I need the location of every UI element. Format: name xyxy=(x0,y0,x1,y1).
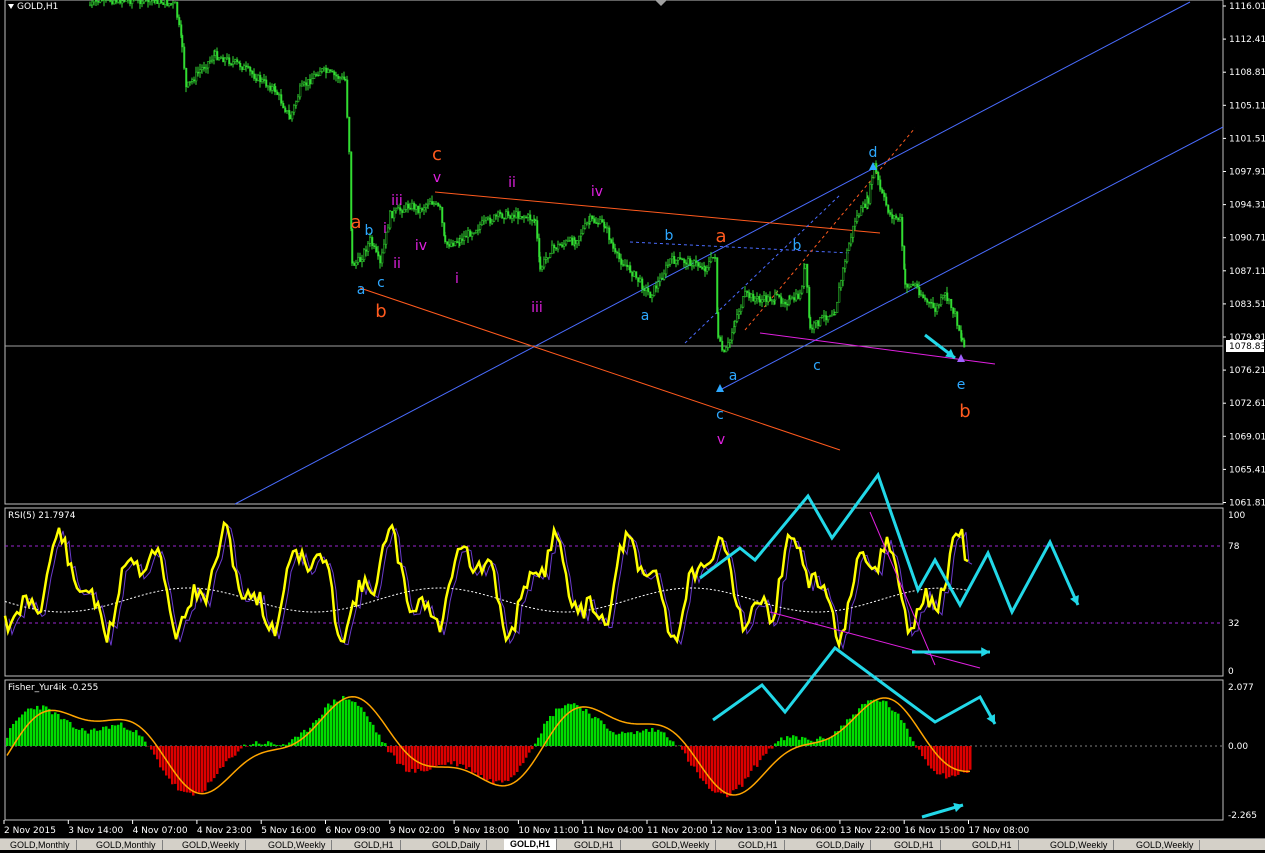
time-tick: 5 Nov 16:00 xyxy=(261,826,316,836)
chart-tab[interactable]: GOLD,H1 xyxy=(504,839,557,850)
price-tick: 1101.51 xyxy=(1229,134,1265,144)
price-tick: 1097.91 xyxy=(1229,168,1265,178)
fisher-levels: 2.077 0.00 -2.265 xyxy=(1228,683,1257,821)
time-axis: 2 Nov 2015 3 Nov 14:00 4 Nov 07:00 4 Nov 23… xyxy=(4,820,1029,836)
price-tick: 1094.31 xyxy=(1229,201,1265,211)
chart-title: GOLD,H1 xyxy=(8,2,58,12)
wave-label: b xyxy=(365,223,374,239)
wave-label: a xyxy=(350,212,361,233)
price-tick: 1116.01 xyxy=(1229,2,1265,12)
wave-label: a xyxy=(729,368,738,384)
wave-label: i xyxy=(455,271,459,287)
wave-label: c xyxy=(813,358,821,374)
rsi-level-0: 0 xyxy=(1228,667,1234,677)
time-tick: 10 Nov 11:00 xyxy=(518,826,579,836)
wave-label: d xyxy=(869,145,878,161)
symbol-label: GOLD,H1 xyxy=(17,2,58,12)
trend-line-orange-top xyxy=(435,192,880,233)
wave-label: iv xyxy=(591,184,603,200)
panel-frames xyxy=(5,0,1223,820)
wave-label: b xyxy=(665,228,674,244)
wave-label: a xyxy=(357,282,366,298)
rsi-level-78: 78 xyxy=(1228,542,1240,552)
wave-label: b xyxy=(793,238,802,254)
time-tick: 9 Nov 02:00 xyxy=(390,826,445,836)
wave-label: b xyxy=(375,301,386,322)
price-tick: 1087.11 xyxy=(1229,267,1265,277)
wave-labels: abiiiiiiivcabcviiiiiiivbaaacvbcdeb xyxy=(350,144,970,448)
wave-label: b xyxy=(959,401,970,422)
wave-label: c xyxy=(377,275,385,291)
price-tick: 1069.01 xyxy=(1229,432,1265,442)
time-tick: 12 Nov 13:00 xyxy=(711,826,772,836)
wave-label: v xyxy=(717,432,725,448)
price-tick: 1108.81 xyxy=(1229,68,1265,78)
time-tick: 11 Nov 04:00 xyxy=(583,826,644,836)
fisher-label: Fisher_Yur4ik -0.255 xyxy=(8,683,98,693)
time-tick: 3 Nov 14:00 xyxy=(68,826,123,836)
wave-label: c xyxy=(716,407,724,423)
wave-label: iv xyxy=(415,238,427,254)
wave-label: iii xyxy=(391,193,403,209)
time-tick: 13 Nov 06:00 xyxy=(776,826,837,836)
chart-shift-icon[interactable] xyxy=(655,0,667,6)
price-tick: 1072.61 xyxy=(1229,399,1265,409)
price-axis: 1116.01 1112.41 1108.81 1105.11 1101.51 1097.… xyxy=(1223,2,1265,509)
time-tick: 17 Nov 08:00 xyxy=(969,826,1030,836)
projection-arrow xyxy=(713,648,995,724)
time-tick: 13 Nov 22:00 xyxy=(840,826,901,836)
wave-label: v xyxy=(433,170,441,186)
fisher-level-bottom: -2.265 xyxy=(1228,811,1257,821)
rsi-label: RSI(5) 21.7974 xyxy=(8,511,75,521)
wave-label: iii xyxy=(531,300,543,316)
wave-label: ii xyxy=(393,256,401,272)
rsi-level-32: 32 xyxy=(1228,619,1239,629)
time-tick: 16 Nov 15:00 xyxy=(904,826,965,836)
price-candles xyxy=(90,0,966,353)
price-tick: 1105.11 xyxy=(1229,101,1265,111)
fisher-level-top: 2.077 xyxy=(1228,683,1254,693)
current-price-badge: 1078.83 xyxy=(1226,340,1265,352)
chart-window[interactable]: abiiiiiiivcabcviiiiiiivbaaacvbcdeb 1116.… xyxy=(0,0,1265,849)
price-tick: 1112.41 xyxy=(1229,35,1265,45)
price-tick: 1090.71 xyxy=(1229,234,1265,244)
wave-label: i xyxy=(383,221,387,237)
fisher-indicator xyxy=(6,696,972,797)
price-tick: 1061.81 xyxy=(1229,499,1265,509)
current-price-text: 1078.83 xyxy=(1229,342,1265,352)
wave-label: ii xyxy=(508,175,516,191)
time-tick: 4 Nov 23:00 xyxy=(197,826,252,836)
time-tick: 4 Nov 07:00 xyxy=(133,826,188,836)
wave-label: a xyxy=(641,308,650,324)
chart-tab-bar: GOLD,MonthlyGOLD,MonthlyGOLD,WeeklyGOLD,… xyxy=(0,838,1265,850)
rsi-level-100: 100 xyxy=(1228,511,1245,521)
fisher-level-zero: 0.00 xyxy=(1228,742,1248,752)
time-tick: 9 Nov 18:00 xyxy=(454,826,509,836)
price-tick: 1076.21 xyxy=(1229,366,1265,376)
dashed-line-blue xyxy=(630,242,850,253)
price-tick: 1065.41 xyxy=(1229,465,1265,475)
channel-line-upper xyxy=(720,127,1223,390)
wave-label: e xyxy=(957,377,966,393)
wave-label: a xyxy=(715,226,726,247)
time-tick: 6 Nov 09:00 xyxy=(326,826,381,836)
time-tick: 2 Nov 2015 xyxy=(4,826,56,836)
chart-menu-icon[interactable] xyxy=(8,4,14,9)
wave-label: c xyxy=(432,144,442,165)
time-tick: 11 Nov 20:00 xyxy=(647,826,708,836)
price-tick: 1083.51 xyxy=(1229,300,1265,310)
rsi-levels: 100 78 32 0 xyxy=(1228,511,1245,677)
